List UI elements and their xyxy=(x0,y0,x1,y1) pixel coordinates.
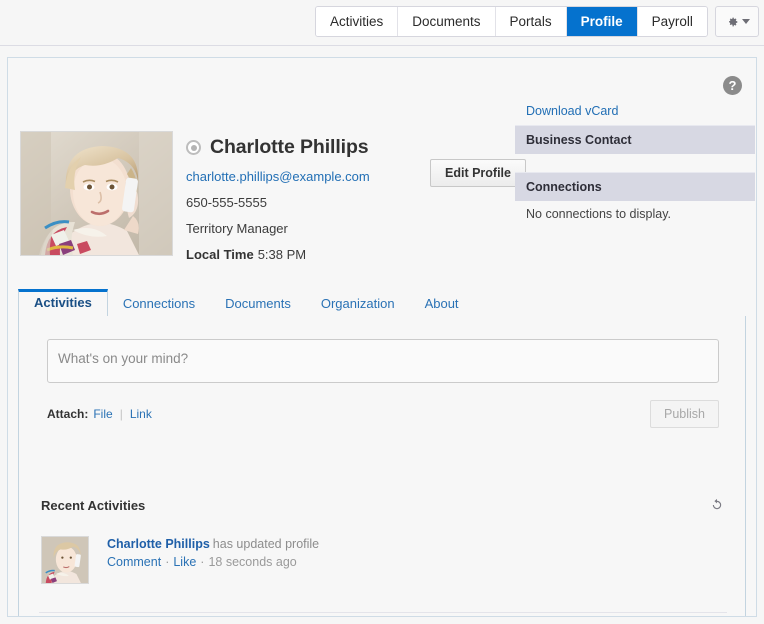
nav-button-activities[interactable]: Activities xyxy=(316,7,399,36)
nav-button-documents[interactable]: Documents xyxy=(398,7,496,36)
recent-activities-title: Recent Activities xyxy=(41,497,146,513)
business-contact-box: Business Contact xyxy=(515,125,755,154)
nav-button-payroll[interactable]: Payroll xyxy=(637,7,707,36)
nav-button-portals[interactable]: Portals xyxy=(495,7,567,36)
meta-dot: · xyxy=(200,555,205,569)
activity-body: Charlotte Phillips has updated profile Co… xyxy=(107,536,319,584)
edit-profile-button[interactable]: Edit Profile xyxy=(430,159,526,187)
activity-verb: has updated profile xyxy=(212,537,320,551)
publish-button[interactable]: Publish xyxy=(650,400,719,428)
tab-activities[interactable]: Activities xyxy=(18,289,108,317)
activity-meta: Comment · Like · 18 seconds ago xyxy=(107,555,319,569)
avatar[interactable] xyxy=(41,536,89,584)
download-vcard-link[interactable]: Download vCard xyxy=(526,104,618,118)
attach-label: Attach: xyxy=(47,407,89,421)
table-row: Charlotte Phillips has updated profile Co… xyxy=(39,520,727,598)
post-composer: Attach: File | Link Publish xyxy=(47,339,719,428)
attach-link-link[interactable]: Link xyxy=(130,407,152,421)
connections-box: Connections No connections to display. xyxy=(515,172,755,221)
connections-empty-message: No connections to display. xyxy=(526,207,671,221)
gear-menu-trigger[interactable] xyxy=(725,15,750,29)
profile-photo[interactable] xyxy=(20,131,173,256)
tab-connections[interactable]: Connections xyxy=(108,291,210,317)
top-navigation-bar: Activities Documents Portals Profile Pay… xyxy=(0,0,764,46)
avatar-image xyxy=(42,537,88,583)
tab-organization[interactable]: Organization xyxy=(306,291,410,317)
tab-about[interactable]: About xyxy=(410,291,474,317)
activity-headline: Charlotte Phillips has updated profile xyxy=(107,537,319,551)
refresh-icon-glyph xyxy=(712,498,722,510)
recent-activities-section: Recent Activities Charlotte Phillips has… xyxy=(39,494,727,616)
like-link[interactable]: Like xyxy=(173,555,196,569)
profile-photo-image xyxy=(21,132,172,255)
profile-phone: 650-555-5555 xyxy=(186,195,267,210)
profile-name-row: Charlotte Phillips xyxy=(186,136,496,159)
refresh-icon[interactable] xyxy=(709,497,725,513)
attach-file-link[interactable]: File xyxy=(93,407,112,421)
profile-header: Charlotte Phillips charlotte.phillips@ex… xyxy=(8,58,756,262)
recent-activities-header: Recent Activities xyxy=(39,494,727,516)
table-row: Charlotte Phillipshas updated photo Comm… xyxy=(39,612,727,616)
gear-icon xyxy=(728,17,737,26)
business-contact-header: Business Contact xyxy=(515,125,755,154)
profile-job-title: Territory Manager xyxy=(186,221,288,236)
tab-documents[interactable]: Documents xyxy=(210,291,306,317)
composer-toolbar: Attach: File | Link Publish xyxy=(47,400,719,428)
composer-input[interactable] xyxy=(47,339,719,383)
profile-local-time: Local Time 5:38 PM xyxy=(186,247,496,262)
attach-separator: | xyxy=(119,407,123,421)
profile-tab-strip: Activities Connections Documents Organiz… xyxy=(18,289,746,317)
profile-identity: Charlotte Phillips charlotte.phillips@ex… xyxy=(186,136,496,273)
nav-button-profile[interactable]: Profile xyxy=(566,7,638,36)
chevron-down-icon xyxy=(741,19,750,24)
profile-content-panel: ? Charlotte Phillips charlotte.phillips@… xyxy=(7,57,757,617)
profile-right-rail: Download vCard Business Contact Connecti… xyxy=(515,102,755,239)
meta-dot: · xyxy=(165,555,170,569)
connections-header: Connections xyxy=(515,172,755,201)
settings-menu-button[interactable] xyxy=(715,6,759,37)
primary-nav-button-group: Activities Documents Portals Profile Pay… xyxy=(315,6,708,37)
page-title: Charlotte Phillips xyxy=(210,136,369,158)
activity-actor-link[interactable]: Charlotte Phillips xyxy=(107,537,210,551)
presence-status-icon[interactable] xyxy=(186,140,201,155)
local-time-label: Local Time xyxy=(186,247,254,262)
comment-link[interactable]: Comment xyxy=(107,555,161,569)
activity-timestamp: 18 seconds ago xyxy=(208,555,297,569)
activities-tab-panel: Attach: File | Link Publish Recent Activ… xyxy=(18,316,746,616)
local-time-value: 5:38 PM xyxy=(257,247,307,262)
